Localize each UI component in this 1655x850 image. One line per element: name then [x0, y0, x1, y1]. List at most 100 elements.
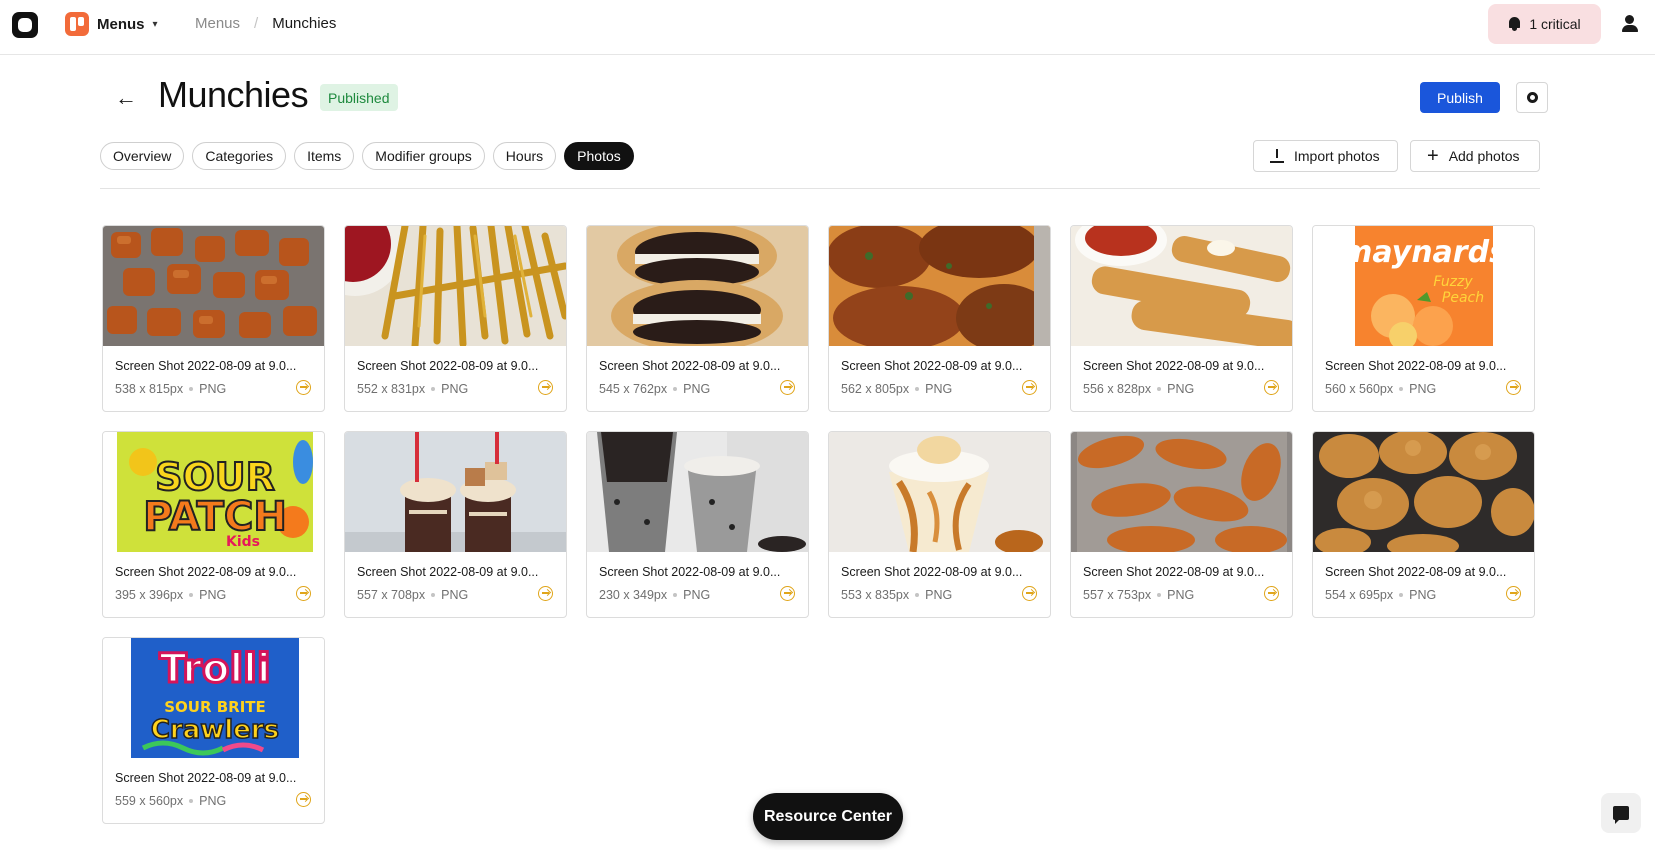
photo-dimensions: 562 x 805px: [841, 382, 910, 396]
photo-name: Screen Shot 2022-08-09 at 9.0...: [1083, 359, 1265, 373]
photo-card[interactable]: Screen Shot 2022-08-09 at 9.0... 557 x 7…: [1070, 431, 1293, 618]
photo-type: PNG: [441, 588, 469, 602]
add-photos-label: Add photos: [1448, 148, 1520, 164]
photo-meta: 538 x 815px PNG: [115, 382, 226, 396]
separator-dot: [189, 387, 194, 391]
photo-card[interactable]: Screen Shot 2022-08-09 at 9.0... 553 x 8…: [828, 431, 1051, 618]
photo-name: Screen Shot 2022-08-09 at 9.0...: [841, 565, 1023, 579]
add-photos-button[interactable]: + Add photos: [1410, 140, 1540, 172]
bell-icon: [1508, 17, 1521, 31]
tab-categories[interactable]: Categories: [192, 142, 287, 170]
swap-icon[interactable]: [1506, 380, 1521, 395]
breadcrumb-menus[interactable]: Menus: [195, 15, 240, 32]
back-button[interactable]: ←: [112, 84, 140, 112]
photo-name: Screen Shot 2022-08-09 at 9.0...: [357, 565, 539, 579]
publish-button[interactable]: Publish: [1420, 82, 1500, 113]
separator-dot: [1399, 387, 1404, 391]
breadcrumb-current: Munchies: [272, 15, 337, 32]
separator-dot: [915, 387, 920, 391]
menus-app-icon: [65, 12, 89, 36]
swap-icon[interactable]: [1264, 380, 1279, 395]
swap-icon[interactable]: [296, 380, 311, 395]
swap-icon[interactable]: [1264, 586, 1279, 601]
photo-name: Screen Shot 2022-08-09 at 9.0...: [1325, 565, 1507, 579]
photo-type: PNG: [1409, 382, 1437, 396]
photo-dimensions: 560 x 560px: [1325, 382, 1394, 396]
photo-card[interactable]: maynards Fuzzy Peach Screen Shot 2022-08…: [1312, 225, 1535, 412]
photo-meta: 559 x 560px PNG: [115, 794, 226, 808]
chat-icon: [1613, 806, 1629, 824]
tab-overview[interactable]: Overview: [100, 142, 185, 170]
photo-card[interactable]: SOUR PATCH Kids Screen Shot 2022-08-09 a…: [102, 431, 325, 618]
photo-thumbnail: [345, 432, 566, 552]
app-name: Menus: [97, 15, 145, 33]
critical-alert-button[interactable]: 1 critical: [1488, 4, 1601, 44]
arrow-left-icon: ←: [115, 85, 137, 110]
photo-card[interactable]: Screen Shot 2022-08-09 at 9.0... 562 x 8…: [828, 225, 1051, 412]
photo-thumbnail: [1071, 432, 1292, 552]
photo-card[interactable]: Screen Shot 2022-08-09 at 9.0... 556 x 8…: [1070, 225, 1293, 412]
photo-dimensions: 538 x 815px: [115, 382, 184, 396]
photo-card[interactable]: Screen Shot 2022-08-09 at 9.0... 230 x 3…: [586, 431, 809, 618]
photo-name: Screen Shot 2022-08-09 at 9.0...: [357, 359, 539, 373]
separator-dot: [1157, 593, 1162, 597]
photo-dimensions: 554 x 695px: [1325, 588, 1394, 602]
swap-icon[interactable]: [296, 792, 311, 807]
photo-card[interactable]: Screen Shot 2022-08-09 at 9.0... 557 x 7…: [344, 431, 567, 618]
photo-card[interactable]: Screen Shot 2022-08-09 at 9.0... 552 x 8…: [344, 225, 567, 412]
photo-type: PNG: [1167, 382, 1195, 396]
swap-icon[interactable]: [538, 380, 553, 395]
svg-text:Peach: Peach: [1442, 290, 1484, 306]
tab-photos[interactable]: Photos: [564, 142, 634, 170]
photo-thumbnail: SOUR PATCH Kids: [103, 432, 324, 552]
photo-dimensions: 557 x 753px: [1083, 588, 1152, 602]
swap-icon[interactable]: [296, 586, 311, 601]
import-photos-button[interactable]: Import photos: [1253, 140, 1398, 172]
photo-card[interactable]: Trolli SOUR BRITE Crawlers Screen Shot 2…: [102, 637, 325, 824]
photo-type: PNG: [925, 588, 953, 602]
photo-thumbnail: [829, 432, 1050, 552]
svg-text:maynards: maynards: [1341, 235, 1507, 270]
photo-name: Screen Shot 2022-08-09 at 9.0...: [115, 359, 297, 373]
photo-type: PNG: [199, 382, 227, 396]
swap-icon[interactable]: [1022, 586, 1037, 601]
user-icon[interactable]: [1620, 14, 1640, 34]
svg-text:SOUR BRITE: SOUR BRITE: [164, 698, 266, 716]
photo-thumbnail: [587, 226, 808, 346]
breadcrumb: Menus / Munchies: [195, 15, 336, 32]
photo-meta: 553 x 835px PNG: [841, 588, 952, 602]
photo-meta: 552 x 831px PNG: [357, 382, 468, 396]
tab-hours[interactable]: Hours: [492, 142, 557, 170]
app-switcher[interactable]: Menus ▾: [65, 12, 158, 36]
separator-dot: [1399, 593, 1404, 597]
photo-meta: 554 x 695px PNG: [1325, 588, 1436, 602]
photo-card[interactable]: Screen Shot 2022-08-09 at 9.0... 554 x 6…: [1312, 431, 1535, 618]
photo-meta: 557 x 753px PNG: [1083, 588, 1194, 602]
swap-icon[interactable]: [780, 380, 795, 395]
tab-items[interactable]: Items: [294, 142, 355, 170]
resource-center-button[interactable]: Resource Center: [753, 793, 903, 840]
swap-icon[interactable]: [538, 586, 553, 601]
photo-meta: 562 x 805px PNG: [841, 382, 952, 396]
photo-card[interactable]: Screen Shot 2022-08-09 at 9.0... 545 x 7…: [586, 225, 809, 412]
photo-type: PNG: [441, 382, 469, 396]
photo-card[interactable]: Screen Shot 2022-08-09 at 9.0... 538 x 8…: [102, 225, 325, 412]
photo-dimensions: 559 x 560px: [115, 794, 184, 808]
tab-modifier-groups[interactable]: Modifier groups: [362, 142, 485, 170]
svg-text:Trolli: Trolli: [159, 646, 270, 692]
photo-type: PNG: [925, 382, 953, 396]
photo-thumbnail: [1313, 432, 1534, 552]
separator-dot: [673, 387, 678, 391]
swap-icon[interactable]: [1022, 380, 1037, 395]
photo-meta: 560 x 560px PNG: [1325, 382, 1436, 396]
separator-dot: [1157, 387, 1162, 391]
home-logo[interactable]: [12, 12, 38, 38]
photo-meta: 545 x 762px PNG: [599, 382, 710, 396]
settings-button[interactable]: [1516, 82, 1548, 113]
swap-icon[interactable]: [1506, 586, 1521, 601]
chat-button[interactable]: [1601, 793, 1641, 833]
separator-dot: [431, 387, 436, 391]
svg-text:SOUR: SOUR: [155, 455, 275, 499]
photo-type: PNG: [1409, 588, 1437, 602]
swap-icon[interactable]: [780, 586, 795, 601]
